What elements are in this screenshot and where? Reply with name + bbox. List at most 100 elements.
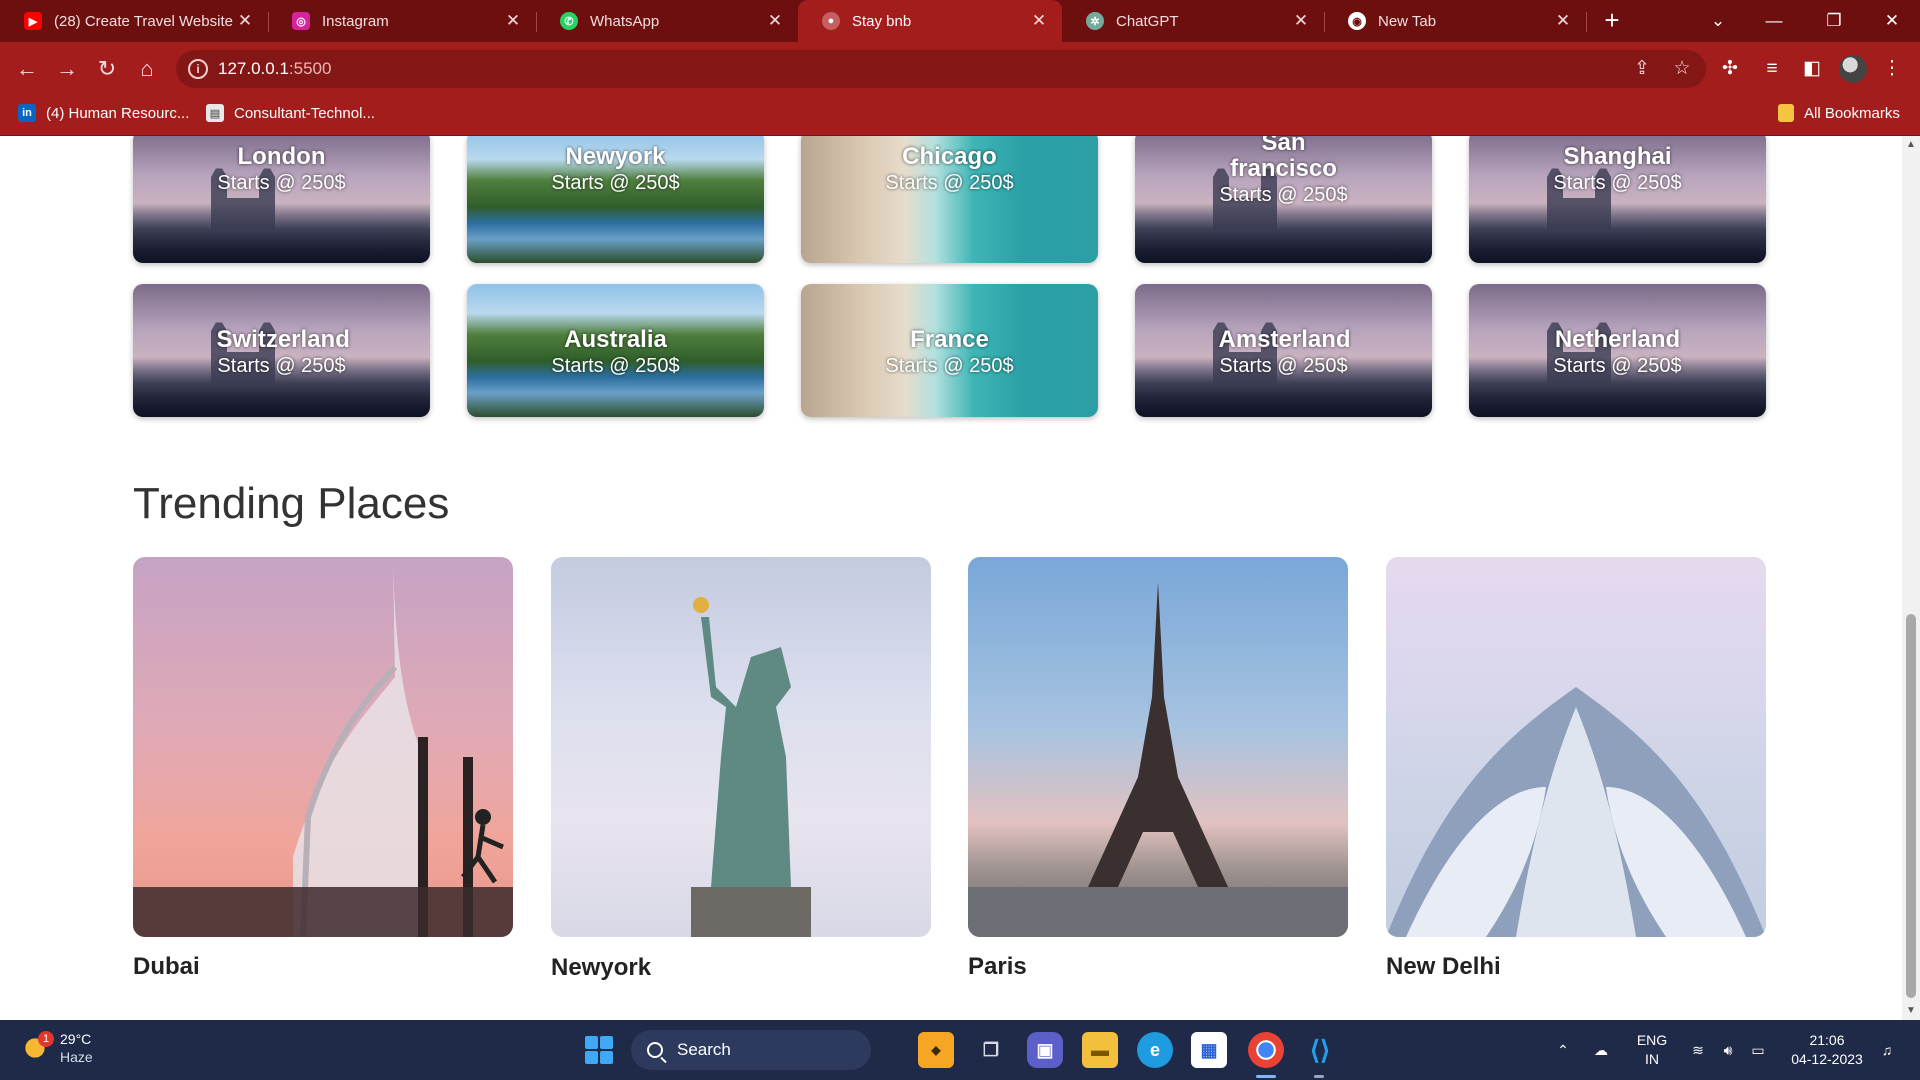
- weather-text: 29°C Haze: [60, 1030, 93, 1066]
- close-window-button[interactable]: ✕: [1864, 0, 1920, 42]
- bookmark-human-resources[interactable]: in (4) Human Resourc...: [18, 104, 189, 122]
- city-card-netherland[interactable]: Netherland Starts @ 250$: [1469, 284, 1766, 417]
- close-tab-icon[interactable]: ✕: [504, 11, 522, 31]
- city-price: Starts @ 250$: [1219, 355, 1348, 377]
- city-card-switzerland[interactable]: Switzerland Starts @ 250$: [133, 284, 430, 417]
- address-bar[interactable]: i 127.0.0.1:5500 ⇪ ☆: [176, 50, 1706, 88]
- city-card-london[interactable]: London Starts @ 250$: [133, 136, 430, 263]
- bookmark-star-icon[interactable]: ☆: [1670, 57, 1694, 81]
- city-card-chicago[interactable]: Chicago Starts @ 250$: [801, 136, 1098, 263]
- close-tab-icon[interactable]: ✕: [1554, 11, 1572, 31]
- trending-image-new-delhi[interactable]: [1386, 557, 1766, 937]
- share-icon[interactable]: ⇪: [1630, 57, 1654, 81]
- linkedin-icon: in: [18, 104, 36, 122]
- media-queue-icon[interactable]: ≡: [1758, 55, 1786, 83]
- weather-description: Haze: [60, 1049, 93, 1065]
- task-view-icon[interactable]: ❐: [973, 1032, 1009, 1068]
- city-name: Australia: [564, 326, 667, 353]
- edge-browser-icon[interactable]: e: [1137, 1032, 1173, 1068]
- close-tab-icon[interactable]: ✕: [766, 11, 784, 31]
- city-price: Starts @ 250$: [1553, 355, 1682, 377]
- copilot-pre-icon[interactable]: ◆: [918, 1032, 954, 1068]
- wifi-icon[interactable]: ≋: [1684, 1020, 1712, 1080]
- eiffel-tower-illustration: [968, 582, 1348, 937]
- menu-kebab-icon[interactable]: ⋮: [1878, 55, 1906, 83]
- city-card-shanghai[interactable]: Shanghai Starts @ 250$: [1469, 136, 1766, 263]
- side-panel-icon[interactable]: ◧: [1798, 55, 1826, 83]
- tab-new-tab[interactable]: ◉ New Tab ✕: [1324, 0, 1586, 42]
- page-scrollbar[interactable]: ▲ ▼: [1902, 136, 1920, 1020]
- close-tab-icon[interactable]: ✕: [236, 11, 254, 31]
- trending-image-newyork[interactable]: [551, 557, 931, 937]
- bookmark-consultant[interactable]: ▤ Consultant-Technol...: [206, 104, 375, 122]
- city-name: France: [910, 326, 989, 353]
- file-explorer-icon[interactable]: ▬: [1082, 1032, 1118, 1068]
- scroll-down-arrow-icon[interactable]: ▼: [1902, 1002, 1920, 1020]
- scroll-up-arrow-icon[interactable]: ▲: [1902, 136, 1920, 154]
- new-tab-button[interactable]: +: [1597, 6, 1627, 36]
- city-card-newyork[interactable]: Newyork Starts @ 250$: [467, 136, 764, 263]
- whatsapp-icon: ✆: [560, 12, 578, 30]
- globe-icon: ●: [822, 12, 840, 30]
- profile-avatar[interactable]: [1839, 55, 1867, 83]
- city-name: Shanghai: [1563, 143, 1672, 170]
- tab-whatsapp[interactable]: ✆ WhatsApp ✕: [536, 0, 798, 42]
- site-info-icon[interactable]: i: [188, 59, 208, 79]
- url-text: 127.0.0.1:5500: [218, 59, 331, 79]
- language-indicator[interactable]: ENG IN: [1630, 1020, 1674, 1080]
- clock-time: 21:06: [1809, 1032, 1845, 1048]
- city-name: London: [237, 143, 326, 170]
- battery-icon[interactable]: ▭: [1744, 1020, 1772, 1080]
- chrome-taskbar-icon[interactable]: [1248, 1032, 1284, 1068]
- reload-icon[interactable]: ↻: [92, 54, 122, 84]
- city-price: Starts @ 250$: [885, 172, 1014, 194]
- vscode-icon[interactable]: ⟨⟩: [1302, 1032, 1338, 1068]
- onedrive-cloud-icon[interactable]: ☁: [1586, 1020, 1616, 1080]
- trending-image-paris[interactable]: [968, 557, 1348, 937]
- document-icon: ▤: [206, 104, 224, 122]
- forward-arrow-icon[interactable]: →: [52, 54, 82, 84]
- windows-logo-icon: [585, 1036, 613, 1064]
- trending-image-dubai[interactable]: [133, 557, 513, 937]
- notification-bell-icon[interactable]: ♫: [1872, 1020, 1902, 1080]
- close-tab-icon[interactable]: ✕: [1030, 11, 1048, 31]
- clock-date: 04-12-2023: [1791, 1051, 1863, 1067]
- show-hidden-icons-chevron-icon[interactable]: ⌃: [1548, 1020, 1578, 1080]
- tab-chatgpt[interactable]: ✲ ChatGPT ✕: [1062, 0, 1324, 42]
- trending-name-dubai: Dubai: [133, 953, 200, 980]
- back-arrow-icon[interactable]: ←: [12, 54, 42, 84]
- volume-speaker-icon[interactable]: 🔊︎: [1714, 1020, 1742, 1080]
- weather-widget[interactable]: 1 29°C Haze: [20, 1030, 93, 1066]
- city-name: Netherland: [1554, 326, 1681, 353]
- city-card-amsterland[interactable]: Amsterland Starts @ 250$: [1135, 284, 1432, 417]
- city-price: Starts @ 250$: [1219, 184, 1348, 206]
- chatgpt-icon: ✲: [1086, 12, 1104, 30]
- trending-places-heading: Trending Places: [133, 479, 450, 528]
- close-tab-icon[interactable]: ✕: [1292, 11, 1310, 31]
- minimize-button[interactable]: —: [1746, 0, 1802, 42]
- clock[interactable]: 21:06 04-12-2023: [1780, 1020, 1874, 1080]
- city-price: Starts @ 250$: [885, 355, 1014, 377]
- restore-button[interactable]: ❐: [1806, 0, 1862, 42]
- statue-of-liberty-illustration: [691, 597, 811, 937]
- city-card-australia[interactable]: Australia Starts @ 250$: [467, 284, 764, 417]
- extensions-puzzle-icon[interactable]: ✣: [1716, 55, 1744, 83]
- tab-separator: [1586, 12, 1587, 32]
- tab-search-chevron-icon[interactable]: ⌄: [1690, 0, 1746, 42]
- scrollbar-thumb[interactable]: [1906, 614, 1916, 998]
- start-windows-icon[interactable]: [581, 1032, 617, 1068]
- weather-sun-icon: 1: [20, 1031, 54, 1063]
- all-bookmarks-button[interactable]: All Bookmarks: [1778, 104, 1900, 122]
- tab-instagram[interactable]: ◎ Instagram ✕: [268, 0, 536, 42]
- home-icon[interactable]: ⌂: [132, 54, 162, 84]
- teams-chat-icon[interactable]: ▣: [1027, 1032, 1063, 1068]
- search-label: Search: [677, 1040, 731, 1059]
- city-card-san-francisco[interactable]: San francisco Starts @ 250$: [1135, 136, 1432, 263]
- city-card-france[interactable]: France Starts @ 250$: [801, 284, 1098, 417]
- microsoft-store-icon[interactable]: ▦: [1191, 1032, 1227, 1068]
- tab-youtube[interactable]: ▶ (28) Create Travel Website ✕: [0, 0, 268, 42]
- tab-strip: ▶ (28) Create Travel Website ✕ ◎ Instagr…: [0, 0, 1920, 42]
- bookmark-label: (4) Human Resourc...: [46, 104, 190, 122]
- taskbar-search-box[interactable]: Search: [631, 1030, 871, 1070]
- tab-stay-bnb[interactable]: ● Stay bnb ✕: [798, 0, 1062, 42]
